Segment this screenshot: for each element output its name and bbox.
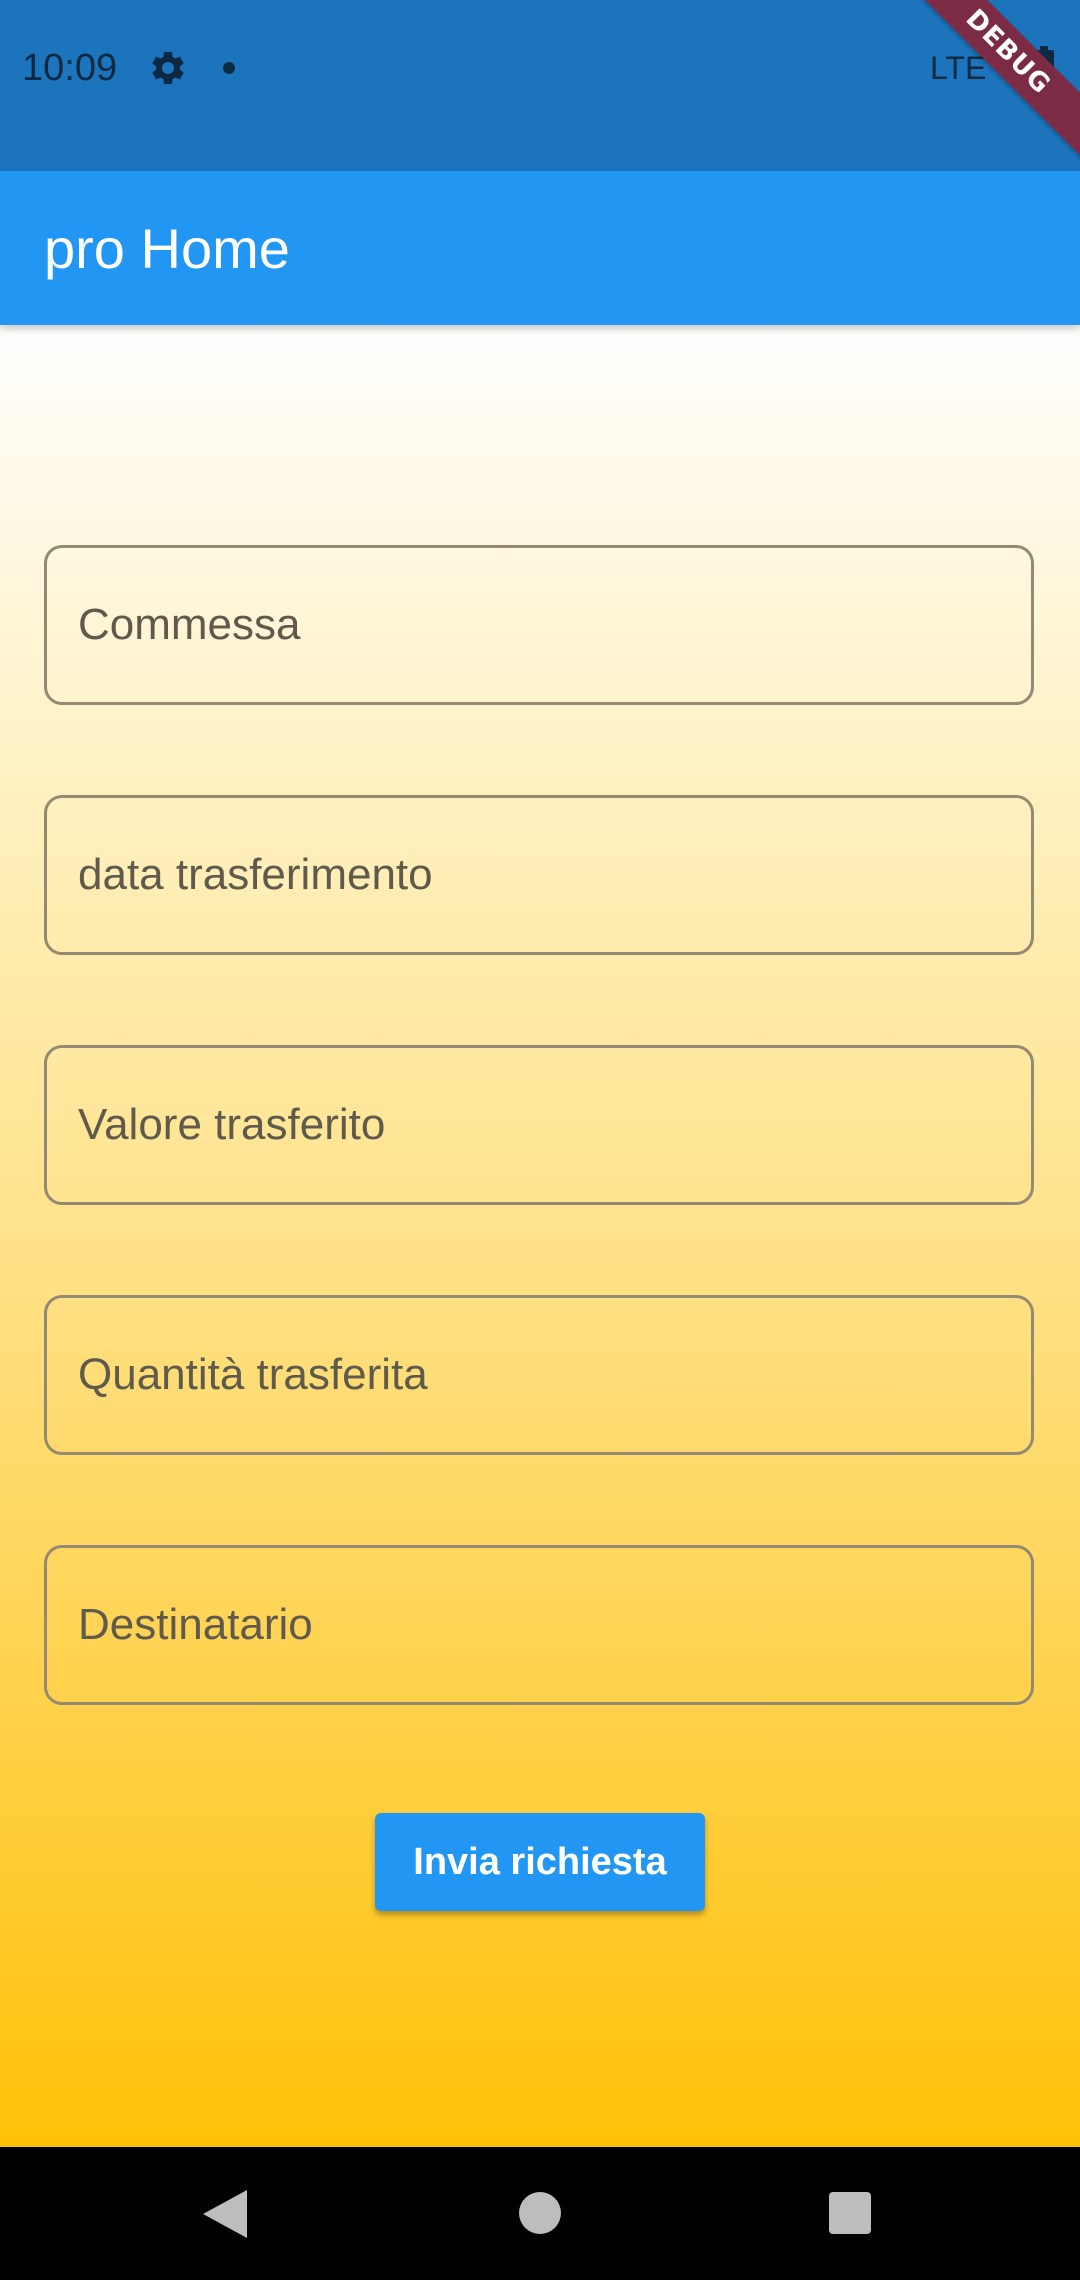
commessa-field[interactable] (44, 545, 1034, 705)
back-icon[interactable] (203, 2190, 247, 2238)
recents-icon[interactable] (829, 2192, 871, 2234)
gear-icon (152, 51, 184, 84)
submit-request-button[interactable]: Invia richiesta (375, 1813, 705, 1911)
status-time: 10:09 (22, 47, 118, 89)
home-icon[interactable] (519, 2192, 561, 2234)
system-nav-bar (0, 2147, 1080, 2280)
screen: 10:09 LTE DEBUG pro Home Invia richiesta (0, 0, 1080, 2280)
network-type: LTE (930, 50, 987, 86)
status-bar: 10:09 LTE DEBUG (0, 0, 1080, 174)
app-bar: pro Home (0, 171, 1080, 325)
page-title: pro Home (44, 217, 290, 280)
transferred-value-field[interactable] (44, 1045, 1034, 1205)
transfer-date-field[interactable] (44, 795, 1034, 955)
form-container: Invia richiesta (0, 325, 1080, 2147)
recipient-field[interactable] (44, 1545, 1034, 1705)
notification-dot-icon (223, 62, 235, 74)
transferred-quantity-field[interactable] (44, 1295, 1034, 1455)
